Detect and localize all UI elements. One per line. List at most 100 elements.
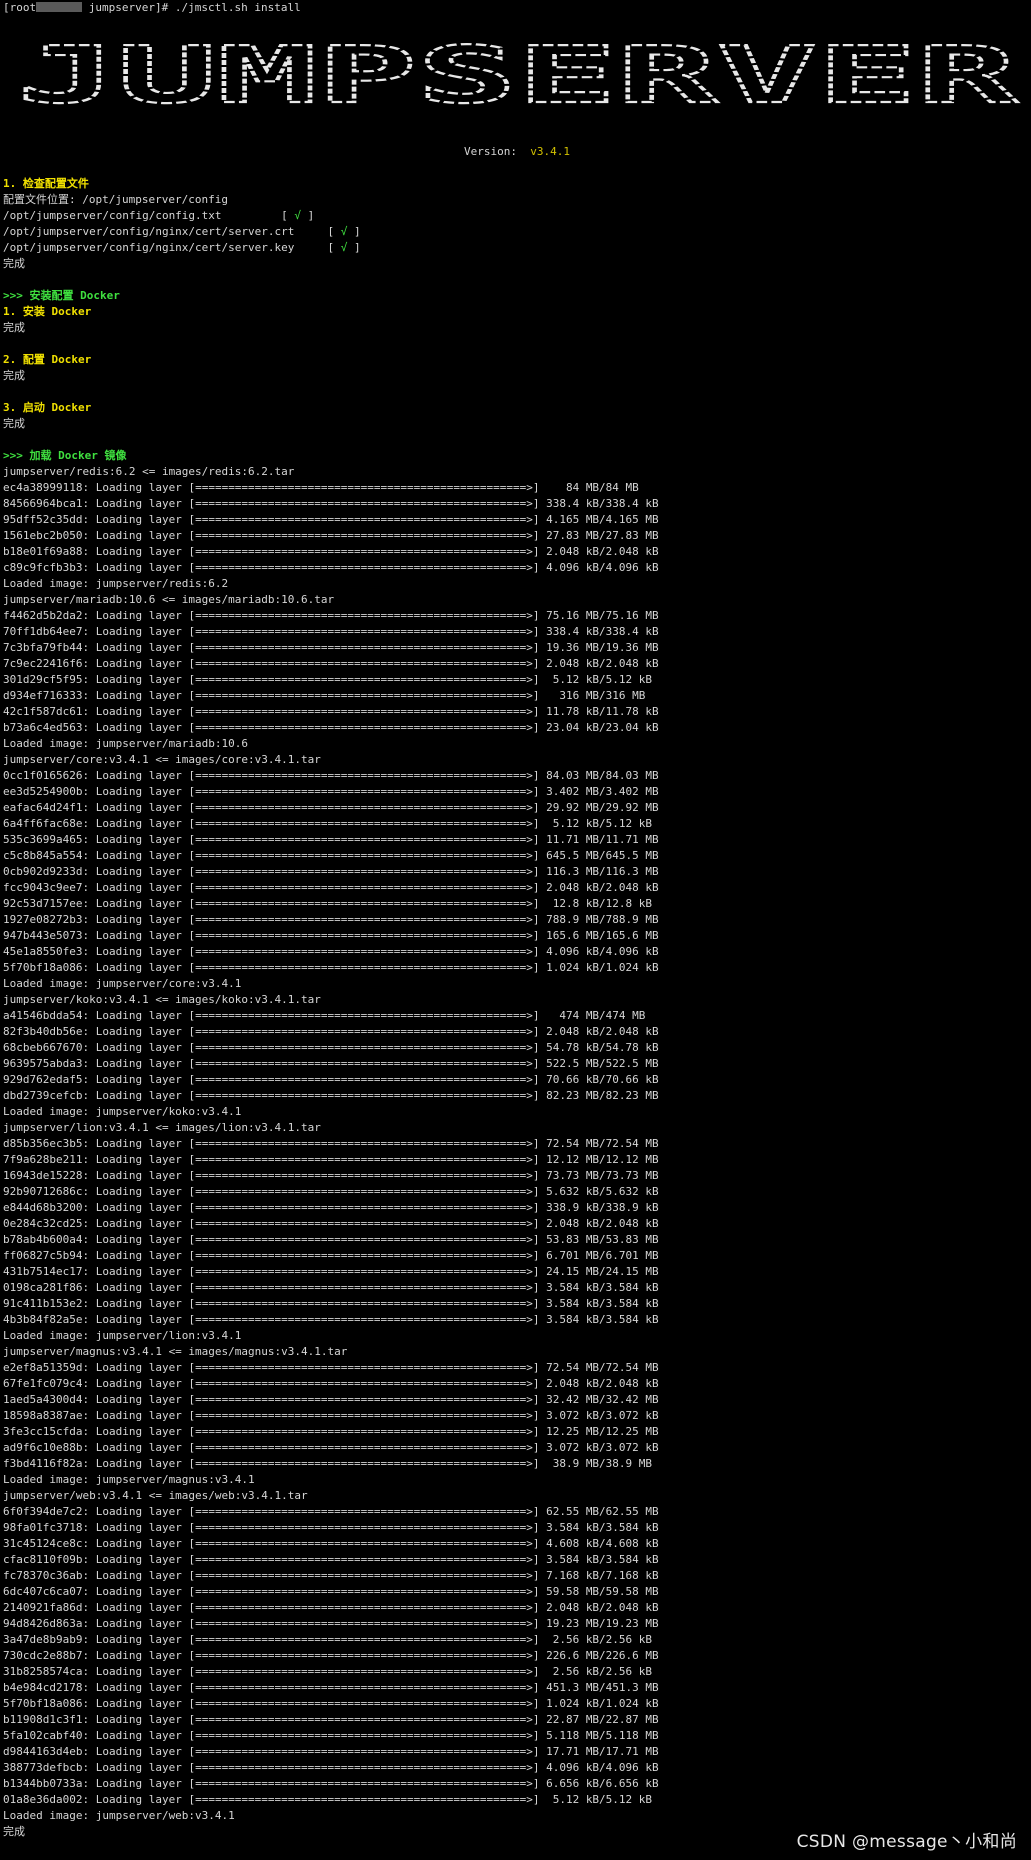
layer-id: c5c8b845a554: [3, 849, 83, 862]
progress-bar: [=======================================…: [188, 1377, 540, 1390]
docker-step-done: 完成: [3, 417, 25, 430]
layer-id: 2140921fa86d: [3, 1601, 83, 1614]
layer-row: 431b7514ec17: Loading layer [===========…: [3, 1265, 659, 1278]
progress-bar: [=======================================…: [188, 705, 540, 718]
layer-id: 947b443e5073: [3, 929, 83, 942]
progress-bar: [=======================================…: [188, 817, 540, 830]
image-loaded-line: Loaded image: jumpserver/core:v3.4.1: [3, 977, 242, 990]
progress-bar: [=======================================…: [188, 801, 540, 814]
layer-size: 4.608 kB/4.608 kB: [546, 1537, 659, 1550]
layer-row: c89c9fcfb3b3: Loading layer [===========…: [3, 561, 659, 574]
layer-row: b11908d1c3f1: Loading layer [===========…: [3, 1713, 659, 1726]
layer-size: 5.632 kB/5.632 kB: [546, 1185, 659, 1198]
progress-bar: [=======================================…: [188, 1297, 540, 1310]
layer-id: 6dc407c6ca07: [3, 1585, 83, 1598]
layer-size: 4.096 kB/4.096 kB: [546, 1761, 659, 1774]
layer-id: e844d68b3200: [3, 1201, 83, 1214]
progress-bar: [=======================================…: [188, 865, 540, 878]
layer-id: c89c9fcfb3b3: [3, 561, 83, 574]
redacted-hostname: [36, 2, 83, 12]
layer-id: 3a47de8b9ab9: [3, 1633, 83, 1646]
layer-size: 3.584 kB/3.584 kB: [546, 1521, 659, 1534]
layer-size: 12.25 MB/12.25 MB: [546, 1425, 659, 1438]
layer-id: 5f70bf18a086: [3, 1697, 83, 1710]
layer-row: 7f9a628be211: Loading layer [===========…: [3, 1153, 659, 1166]
progress-bar: [=======================================…: [188, 1777, 540, 1790]
progress-bar: [=======================================…: [188, 1441, 540, 1454]
layer-row: e844d68b3200: Loading layer [===========…: [3, 1201, 659, 1214]
progress-bar: [=======================================…: [188, 1025, 540, 1038]
image-loaded-line: Loaded image: jumpserver/web:v3.4.1: [3, 1809, 235, 1822]
layer-id: fc78370c36ab: [3, 1569, 83, 1582]
layer-row: 0198ca281f86: Loading layer [===========…: [3, 1281, 659, 1294]
layer-size: 72.54 MB/72.54 MB: [546, 1361, 659, 1374]
layer-row: 947b443e5073: Loading layer [===========…: [3, 929, 659, 942]
docker-step-done: 完成: [3, 321, 25, 334]
config-file-path: /opt/jumpserver/config/nginx/cert/server…: [3, 241, 295, 254]
layer-id: ec4a38999118: [3, 481, 83, 494]
progress-bar: [=======================================…: [188, 929, 540, 942]
layer-id: fcc9043c9ee7: [3, 881, 83, 894]
layer-size: 3.584 kB/3.584 kB: [546, 1313, 659, 1326]
layer-id: 0cc1f0165626: [3, 769, 83, 782]
layer-id: 7c9ec22416f6: [3, 657, 83, 670]
layer-size: 84.03 MB/84.03 MB: [546, 769, 659, 782]
image-group-header: jumpserver/core:v3.4.1 <= images/core:v3…: [3, 753, 321, 766]
layer-size: 6.701 MB/6.701 MB: [546, 1249, 659, 1262]
layer-id: 94d8426d863a: [3, 1617, 83, 1630]
progress-bar: [=======================================…: [188, 1457, 540, 1470]
progress-bar: [=======================================…: [188, 1729, 540, 1742]
layer-id: 84566964bca1: [3, 497, 83, 510]
layer-id: 3fe3cc15cfda: [3, 1425, 83, 1438]
prompt-host: jumpserver]: [88, 1, 162, 14]
layer-row: fc78370c36ab: Loading layer [===========…: [3, 1569, 659, 1582]
layer-row: 535c3699a465: Loading layer [===========…: [3, 833, 659, 846]
progress-bar: [=======================================…: [188, 913, 540, 926]
layer-row: 3a47de8b9ab9: Loading layer [===========…: [3, 1633, 653, 1646]
layer-size: 11.78 kB/11.78 kB: [546, 705, 659, 718]
layer-row: dbd2739cefcb: Loading layer [===========…: [3, 1089, 659, 1102]
prompt-user: [root: [3, 1, 37, 14]
progress-bar: [=======================================…: [188, 1665, 540, 1678]
config-file-row: /opt/jumpserver/config/nginx/cert/server…: [3, 225, 361, 238]
version-value: v3.4.1: [530, 145, 570, 158]
layer-size: 338.9 kB/338.9 kB: [546, 1201, 659, 1214]
progress-bar: [=======================================…: [188, 641, 540, 654]
progress-bar: [=======================================…: [188, 1281, 540, 1294]
layer-row: 388773defbcb: Loading layer [===========…: [3, 1761, 659, 1774]
image-group-header: jumpserver/web:v3.4.1 <= images/web:v3.4…: [3, 1489, 308, 1502]
layer-id: 95dff52c35dd: [3, 513, 83, 526]
layer-size: 12.8 kB/12.8 kB: [546, 897, 653, 910]
layer-id: 1aed5a4300d4: [3, 1393, 83, 1406]
layer-size: 75.16 MB/75.16 MB: [546, 609, 659, 622]
prompt-command: ./jmsctl.sh install: [168, 1, 301, 14]
layer-size: 12.12 MB/12.12 MB: [546, 1153, 659, 1166]
progress-bar: [=======================================…: [188, 785, 540, 798]
terminal-window[interactable]: [root jumpserver]# ./jmsctl.sh install J…: [0, 0, 1031, 1860]
config-file-pad: [294, 241, 327, 254]
layer-size: 2.048 kB/2.048 kB: [546, 1377, 659, 1390]
progress-bar: [=======================================…: [188, 897, 540, 910]
layer-row: 7c3bfa79fb44: Loading layer [===========…: [3, 641, 659, 654]
layer-id: 67fe1fc079c4: [3, 1377, 83, 1390]
layer-size: 645.5 MB/645.5 MB: [546, 849, 659, 862]
docker-step-title: 1. 安装 Docker: [3, 305, 92, 318]
layer-size: 2.048 kB/2.048 kB: [546, 1025, 659, 1038]
progress-bar: [=======================================…: [188, 1537, 540, 1550]
layer-row: 6a4ff6fac68e: Loading layer [===========…: [3, 817, 653, 830]
progress-bar: [=======================================…: [188, 545, 540, 558]
layer-id: 9639575abda3: [3, 1057, 83, 1070]
layer-size: 474 MB/474 MB: [546, 1009, 646, 1022]
progress-bar: [=======================================…: [188, 561, 540, 574]
progress-bar: [=======================================…: [188, 1233, 540, 1246]
layer-size: 7.168 kB/7.168 kB: [546, 1569, 659, 1582]
layer-size: 5.118 MB/5.118 MB: [546, 1729, 659, 1742]
progress-bar: [=======================================…: [188, 1409, 540, 1422]
layer-row: 929d762edaf5: Loading layer [===========…: [3, 1073, 659, 1086]
progress-bar: [=======================================…: [188, 689, 540, 702]
layer-size: 2.048 kB/2.048 kB: [546, 1601, 659, 1614]
layer-size: 4.096 kB/4.096 kB: [546, 561, 659, 574]
layer-id: 92b90712686c: [3, 1185, 83, 1198]
layer-row: 01a8e36da002: Loading layer [===========…: [3, 1793, 653, 1806]
progress-bar: [=======================================…: [188, 497, 540, 510]
